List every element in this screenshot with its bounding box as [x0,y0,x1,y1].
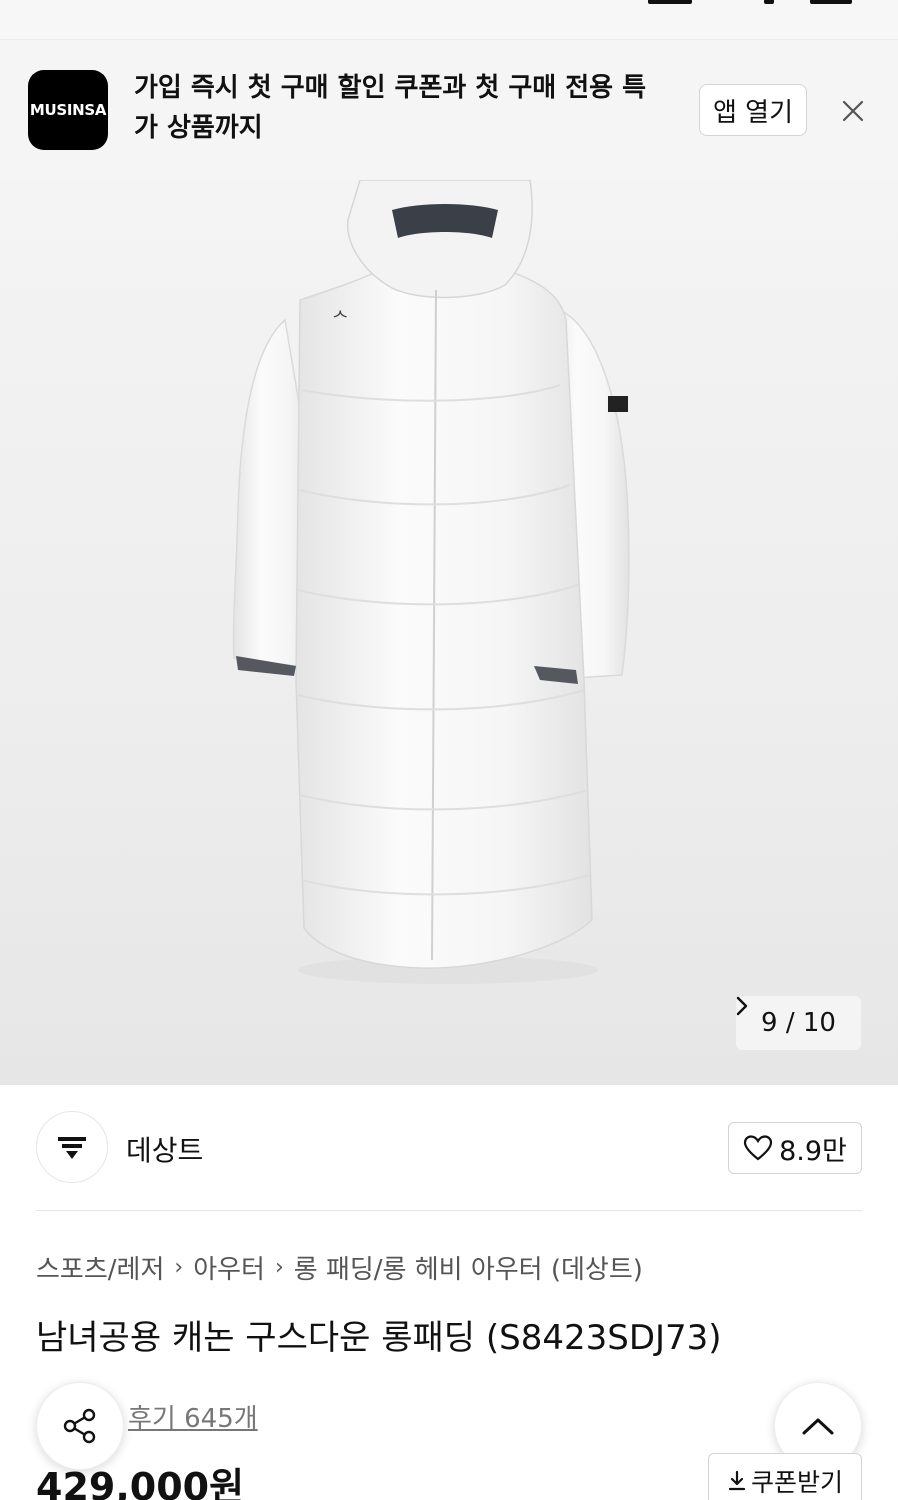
banner-message-line2: 가 상품까지 [134,113,263,143]
top-fragment [810,0,852,4]
breadcrumb-item-long-padding[interactable]: 롱 패딩/롱 헤비 아우터 (데상트) [294,1249,643,1286]
heart-icon [744,1135,773,1161]
download-icon [728,1470,746,1491]
brand-row: 데상트 8.9만 [36,1111,862,1183]
share-icon [63,1408,96,1444]
reviews-link[interactable]: 후기 645개 [128,1398,258,1435]
chevron-right-icon [736,996,748,1016]
chevron-right-icon: › [274,1255,284,1280]
musinsa-logo: MUSINSA [28,70,108,150]
breadcrumb-item-sports[interactable]: 스포츠/레저 [36,1249,164,1286]
product-title: 남녀공용 캐논 구스다운 롱패딩 (S8423SDJ73) [36,1318,722,1358]
close-banner-button[interactable] [834,92,872,130]
svg-text:ᄉ: ᄉ [332,309,349,330]
top-fragment [648,0,692,4]
image-counter-button[interactable]: 9 / 10 [736,996,861,1050]
chevron-right-icon: › [174,1255,184,1280]
banner-message: 가입 즉시 첫 구매 할인 쿠폰과 첫 구매 전용 특 가 상품까지 [134,68,674,148]
image-counter: 9 / 10 [761,1008,836,1038]
banner-message-line1: 가입 즉시 첫 구매 할인 쿠폰과 첫 구매 전용 특 [134,73,647,103]
descente-logo-icon [58,1137,86,1159]
app-download-banner: MUSINSA 가입 즉시 첫 구매 할인 쿠폰과 첫 구매 전용 특 가 상품… [0,40,898,180]
product-price: 429,000원 [36,1465,245,1500]
close-icon [842,100,864,122]
chevron-up-icon [802,1418,834,1435]
breadcrumb: 스포츠/레저 › 아우터 › 롱 패딩/롱 헤비 아우터 (데상트) [36,1249,643,1286]
coupon-download-button[interactable]: 쿠폰받기 [708,1453,862,1500]
like-count: 8.9만 [779,1135,847,1167]
like-button[interactable]: 8.9만 [728,1122,862,1174]
open-app-button[interactable]: 앱 열기 [699,84,807,136]
product-image: ᄉ [232,180,630,984]
breadcrumb-item-outer[interactable]: 아우터 [193,1249,265,1286]
coupon-label: 쿠폰받기 [750,1468,843,1497]
brand-logo-button[interactable] [36,1111,108,1183]
brand-name[interactable]: 데상트 [126,1129,203,1169]
divider [36,1210,862,1211]
top-strip [0,0,898,40]
top-fragment [764,0,774,4]
product-image-gallery[interactable]: ᄉ 9 / 10 [0,180,898,1085]
